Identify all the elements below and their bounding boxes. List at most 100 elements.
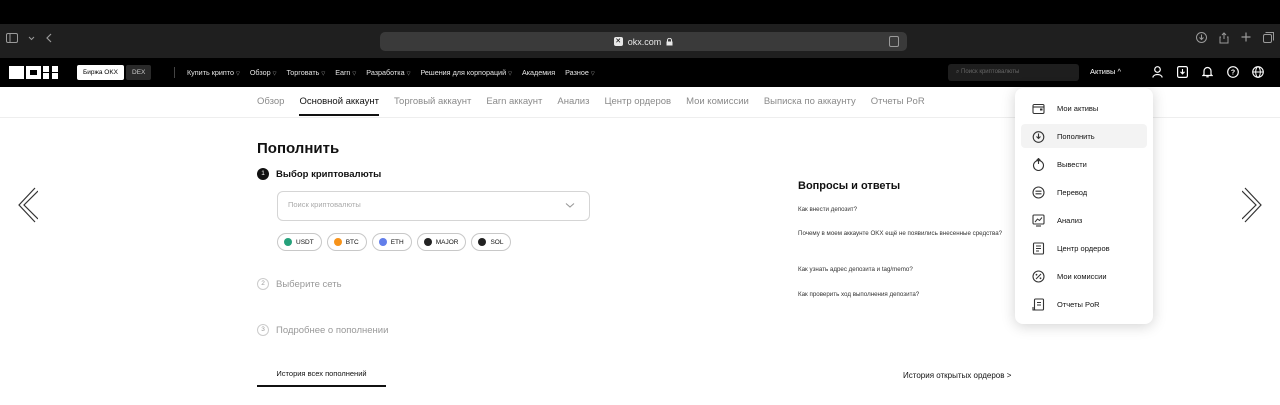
coin-label: USDT (296, 238, 314, 246)
address-bar[interactable]: ✕ okx.com (380, 32, 907, 51)
user-icon[interactable] (1150, 64, 1165, 80)
dropdown-item[interactable]: Центр ордеров (1021, 236, 1147, 260)
faq-question[interactable]: Как внести депозит? (798, 205, 1023, 214)
account-tab[interactable]: Выписка по аккаунту (764, 87, 856, 118)
deposit-history-tab[interactable]: История всех пополнений (257, 363, 386, 387)
nav-menu-label: Earn (335, 68, 351, 77)
withdraw-icon (1032, 157, 1045, 171)
popular-coins: USDT BTC ETH MAJOR SOL (277, 233, 512, 251)
faq-question[interactable]: Как проверить ход выполнения депозита? (798, 290, 1023, 299)
open-orders-history-link[interactable]: История открытых ордеров > (903, 371, 1011, 380)
dropdown-item[interactable]: Анализ (1021, 208, 1147, 232)
nav-menu-label: Разное (565, 68, 589, 77)
nav-menu-item[interactable]: Торговать ▽ (286, 68, 325, 77)
exchange-tab-dex[interactable]: DEX (126, 65, 152, 80)
account-tab[interactable]: Торговый аккаунт (394, 87, 471, 118)
dropdown-item-label: Мои комиссии (1057, 271, 1107, 281)
step-label: Выбор криптовалюты (276, 168, 382, 180)
chevron-down-icon: ▽ (235, 71, 240, 77)
dropdown-item-label: Отчеты PoR (1057, 299, 1100, 309)
dropdown-item[interactable]: Мои активы (1021, 96, 1147, 120)
dropdown-item[interactable]: Пополнить (1021, 124, 1147, 148)
chevron-down-icon[interactable] (28, 36, 35, 41)
account-tab[interactable]: Основной аккаунт (299, 87, 379, 118)
faq-question[interactable]: Как узнать адрес депозита и tag/memo? (798, 265, 1023, 274)
reader-icon[interactable] (889, 36, 899, 47)
account-tab[interactable]: Отчеты PoR (871, 87, 925, 118)
nav-menu-item[interactable]: Разное ▽ (565, 68, 595, 77)
analysis-icon (1032, 213, 1045, 227)
dropdown-item[interactable]: Мои комиссии (1021, 264, 1147, 288)
nav-menu-label: Академия (521, 68, 556, 77)
crypto-search-select[interactable] (277, 191, 590, 221)
step-number: 1 (257, 168, 269, 180)
sidebar-icon[interactable] (6, 33, 18, 43)
dropdown-item[interactable]: Перевод (1021, 180, 1147, 204)
step-label: Подробнее о пополнении (276, 324, 389, 336)
faq-title: Вопросы и ответы (798, 180, 901, 192)
nav-menu-item[interactable]: Earn ▽ (335, 68, 356, 77)
nav-menu-item[interactable]: Купить крипто ▽ (187, 68, 240, 77)
coin-icon (478, 238, 487, 246)
logo-block (43, 66, 58, 79)
nav-menu-label: Решения для корпораций (420, 68, 507, 77)
exchange-tab-okx[interactable]: Биржа OKX (77, 65, 125, 80)
url-text: okx.com (627, 36, 662, 47)
nav-download-icon[interactable] (1175, 64, 1190, 80)
dropdown-item[interactable]: Вывести (1021, 152, 1147, 176)
browser-right-controls (1196, 32, 1274, 44)
coin-label: MAJOR (435, 238, 459, 246)
account-tab[interactable]: Центр ордеров (604, 87, 671, 118)
faq-question[interactable]: Почему в моем аккаунте OKX ещё не появил… (798, 229, 1023, 238)
account-tab[interactable]: Мои комиссии (686, 87, 749, 118)
download-icon[interactable] (1196, 32, 1207, 43)
orders-icon (1032, 241, 1045, 255)
tabs-overview-icon[interactable] (1263, 32, 1274, 43)
okx-logo[interactable] (9, 66, 58, 79)
coin-chip[interactable]: BTC (326, 233, 367, 251)
previous-arrow-icon[interactable] (16, 187, 38, 223)
account-tab[interactable]: Анализ (557, 87, 589, 118)
next-arrow-icon[interactable] (1242, 187, 1264, 223)
nav-menu-item[interactable]: Разработка ▽ (366, 68, 410, 77)
chevron-down-icon: ▽ (406, 71, 411, 77)
coin-label: SOL (490, 238, 504, 246)
wallet-icon (1032, 103, 1045, 114)
nav-menu-label: Разработка (366, 68, 405, 77)
page-title: Пополнить (257, 140, 340, 157)
assets-dropdown-menu: Мои активы Пополнить Вывести Перевод Анализ Ц… (1015, 88, 1153, 324)
lock-icon (666, 37, 673, 45)
account-tab[interactable]: Обзор (257, 87, 284, 118)
new-tab-icon[interactable] (1241, 32, 1251, 42)
back-icon[interactable] (45, 33, 52, 43)
chevron-down-icon: ▽ (272, 71, 277, 77)
bell-icon[interactable] (1200, 64, 1215, 80)
svg-text:?: ? (1230, 70, 1234, 77)
chevron-down-icon: ▽ (321, 71, 326, 77)
coin-chip[interactable]: ETH (371, 233, 412, 251)
globe-icon[interactable] (1250, 64, 1265, 80)
crypto-search-input[interactable] (288, 200, 548, 209)
nav-menu-item[interactable]: Обзор ▽ (250, 68, 277, 77)
share-icon[interactable] (1219, 32, 1229, 44)
help-icon[interactable]: ? (1225, 64, 1240, 80)
dropdown-item[interactable]: Отчеты PoR (1021, 292, 1147, 316)
transfer-icon (1032, 185, 1045, 199)
coin-chip[interactable]: MAJOR (416, 233, 467, 251)
nav-menu-item[interactable]: Решения для корпораций ▽ (420, 68, 512, 77)
browser-toolbar: ✕ okx.com (0, 24, 1280, 58)
screen: ✕ okx.com Биржа OKX DEX Купить крипто ▽ Об… (0, 0, 1280, 405)
step-number: 2 (257, 278, 269, 290)
nav-menu-item[interactable]: Академия (522, 68, 555, 77)
nav-search-input[interactable]: ⌕ Поиск криптовалюты (948, 64, 1079, 81)
logo-block (26, 66, 41, 79)
coin-chip[interactable]: USDT (277, 233, 322, 251)
chevron-down-icon[interactable] (565, 202, 575, 209)
coin-chip[interactable]: SOL (471, 233, 512, 251)
dropdown-item-label: Центр ордеров (1057, 243, 1110, 253)
account-tab[interactable]: Earn аккаунт (486, 87, 542, 118)
nav-search-placeholder: Поиск криптовалюты (961, 69, 1020, 75)
assets-menu-button[interactable]: Активы ^ (1090, 67, 1121, 76)
main-menu: Купить крипто ▽ Обзор ▽ Торговать ▽ Earn ▽ Разра… (187, 58, 595, 87)
dropdown-item-label: Перевод (1057, 187, 1088, 197)
